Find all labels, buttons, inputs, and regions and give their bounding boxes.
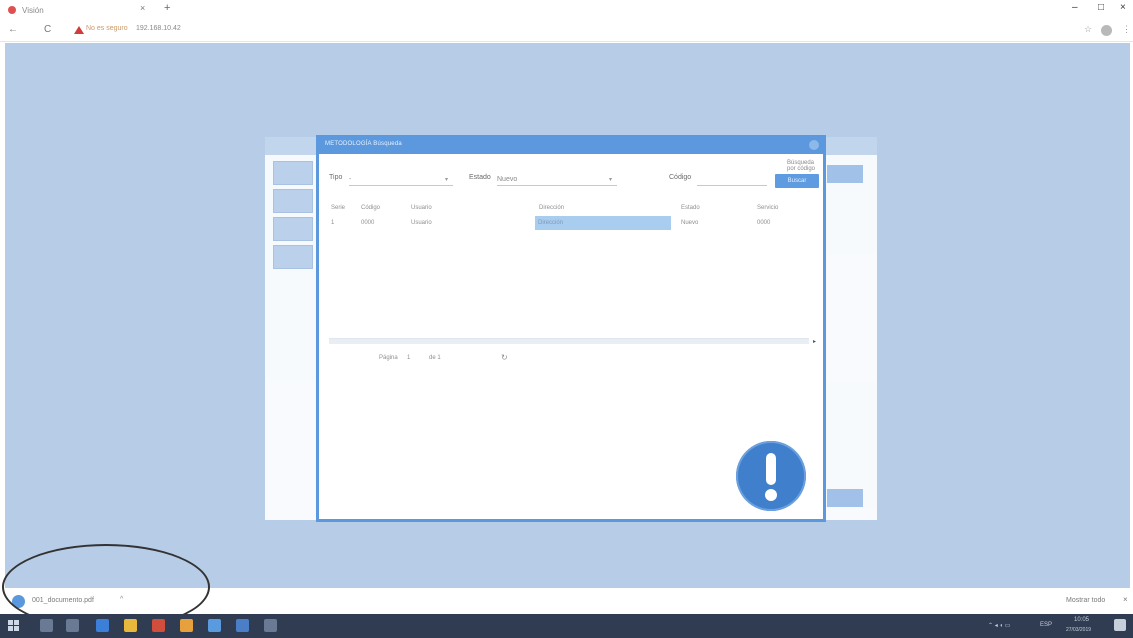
codigo-label: Código bbox=[669, 174, 692, 181]
reload-button[interactable]: C bbox=[44, 24, 51, 35]
tab-close-icon[interactable]: × bbox=[140, 3, 145, 13]
clock-date[interactable]: 27/03/2019 bbox=[1066, 627, 1091, 633]
close-window-button[interactable]: × bbox=[1120, 2, 1126, 13]
estado-value: Nuevo bbox=[497, 176, 518, 183]
results-table: Serie Código Usuario Dirección Estado Se… bbox=[329, 200, 823, 350]
column-header[interactable]: Código bbox=[361, 200, 380, 216]
background-button bbox=[827, 489, 863, 507]
background-button bbox=[827, 165, 863, 183]
exclamation-dot bbox=[765, 489, 777, 501]
table-row[interactable]: 1 0000 Usuario Dirección Nuevo 0000 bbox=[329, 216, 823, 230]
background-menu-tile bbox=[273, 217, 313, 241]
table-cell: Usuario bbox=[411, 220, 432, 226]
dialog-titlebar: METODOLOGÍA Búsqueda bbox=[319, 138, 823, 154]
column-header[interactable]: Estado bbox=[681, 200, 700, 216]
refresh-icon[interactable]: ↻ bbox=[501, 353, 508, 362]
tipo-label: Tipo bbox=[329, 174, 343, 181]
chevron-down-icon[interactable]: ▾ bbox=[609, 176, 612, 183]
page-count: de 1 bbox=[429, 355, 441, 361]
url-field[interactable]: 192.168.10.42 bbox=[136, 25, 181, 32]
security-label[interactable]: No es seguro bbox=[86, 25, 128, 32]
windows-taskbar: ⌃ ◂ ◖ ▭ ESP 10:05 27/03/2019 bbox=[0, 614, 1133, 638]
table-cell: 0000 bbox=[361, 220, 375, 226]
column-header[interactable]: Serie bbox=[331, 200, 345, 216]
estado-select[interactable]: Nuevo bbox=[497, 174, 617, 186]
dialog-close-button[interactable] bbox=[809, 140, 819, 150]
clock-time[interactable]: 10:05 bbox=[1074, 617, 1089, 623]
codigo-input[interactable] bbox=[697, 174, 767, 186]
column-header[interactable]: Usuario bbox=[411, 200, 432, 216]
show-all-downloads-button[interactable]: Mostrar todo bbox=[1066, 597, 1105, 604]
chevron-down-icon[interactable]: ▾ bbox=[445, 176, 448, 183]
menu-kebab-icon[interactable]: ⋮ bbox=[1122, 24, 1131, 35]
browser-tab[interactable]: Visión × bbox=[8, 2, 158, 18]
task-view-icon[interactable] bbox=[66, 619, 79, 632]
start-button-icon[interactable] bbox=[8, 620, 20, 632]
app-icon[interactable] bbox=[264, 619, 277, 632]
tab-title: Visión bbox=[22, 5, 44, 15]
table-cell: 1 bbox=[331, 220, 335, 226]
back-button[interactable]: ← bbox=[8, 24, 18, 35]
bookmark-star-icon[interactable]: ☆ bbox=[1084, 24, 1092, 35]
app-icon[interactable] bbox=[208, 619, 221, 632]
tipo-value: - bbox=[349, 176, 352, 183]
column-header[interactable]: Dirección bbox=[539, 200, 564, 216]
tipo-select[interactable]: - bbox=[349, 174, 453, 186]
dialog-title: METODOLOGÍA Búsqueda bbox=[325, 141, 402, 147]
background-menu-tile bbox=[273, 245, 313, 269]
horizontal-scrollbar[interactable] bbox=[329, 338, 809, 344]
page-label: Página bbox=[379, 355, 398, 361]
notification-center-icon[interactable] bbox=[1114, 619, 1126, 631]
table-cell-selected: Dirección bbox=[535, 216, 671, 230]
file-explorer-icon[interactable] bbox=[124, 619, 137, 632]
browser-tabstrip: Visión × + – □ × bbox=[0, 0, 1133, 20]
app-icon[interactable] bbox=[152, 619, 165, 632]
minimize-button[interactable]: – bbox=[1072, 2, 1078, 13]
app-icon[interactable] bbox=[180, 619, 193, 632]
warning-icon[interactable] bbox=[74, 26, 84, 34]
alert-exclamation-icon bbox=[736, 441, 806, 511]
address-bar: ← C No es seguro 192.168.10.42 ☆ ⋮ bbox=[0, 20, 1133, 42]
table-cell: Nuevo bbox=[681, 220, 699, 226]
pagination-bar: Página 1 de 1 ↻ bbox=[329, 350, 823, 368]
scroll-right-icon[interactable]: ▸ bbox=[813, 338, 816, 345]
browser-app-icon[interactable] bbox=[96, 619, 109, 632]
page-number-input[interactable]: 1 bbox=[407, 355, 410, 361]
corner-hint: Búsqueda por código bbox=[787, 160, 816, 172]
background-menu-tile bbox=[273, 189, 313, 213]
favicon-icon bbox=[8, 6, 16, 14]
maximize-button[interactable]: □ bbox=[1098, 2, 1104, 13]
search-button[interactable]: Buscar bbox=[775, 174, 819, 188]
app-icon[interactable] bbox=[236, 619, 249, 632]
column-header[interactable]: Servicio bbox=[757, 200, 778, 216]
exclamation-bar bbox=[766, 453, 776, 485]
new-tab-button[interactable]: + bbox=[164, 2, 170, 14]
download-bar-close-icon[interactable]: × bbox=[1123, 595, 1128, 604]
estado-label: Estado bbox=[469, 174, 491, 181]
background-menu-tile bbox=[273, 161, 313, 185]
table-cell: 0000 bbox=[757, 220, 771, 226]
tray-icons[interactable]: ⌃ ◂ ◖ ▭ bbox=[988, 622, 1010, 629]
language-indicator[interactable]: ESP bbox=[1040, 622, 1052, 628]
profile-avatar[interactable] bbox=[1101, 25, 1112, 36]
search-icon[interactable] bbox=[40, 619, 53, 632]
